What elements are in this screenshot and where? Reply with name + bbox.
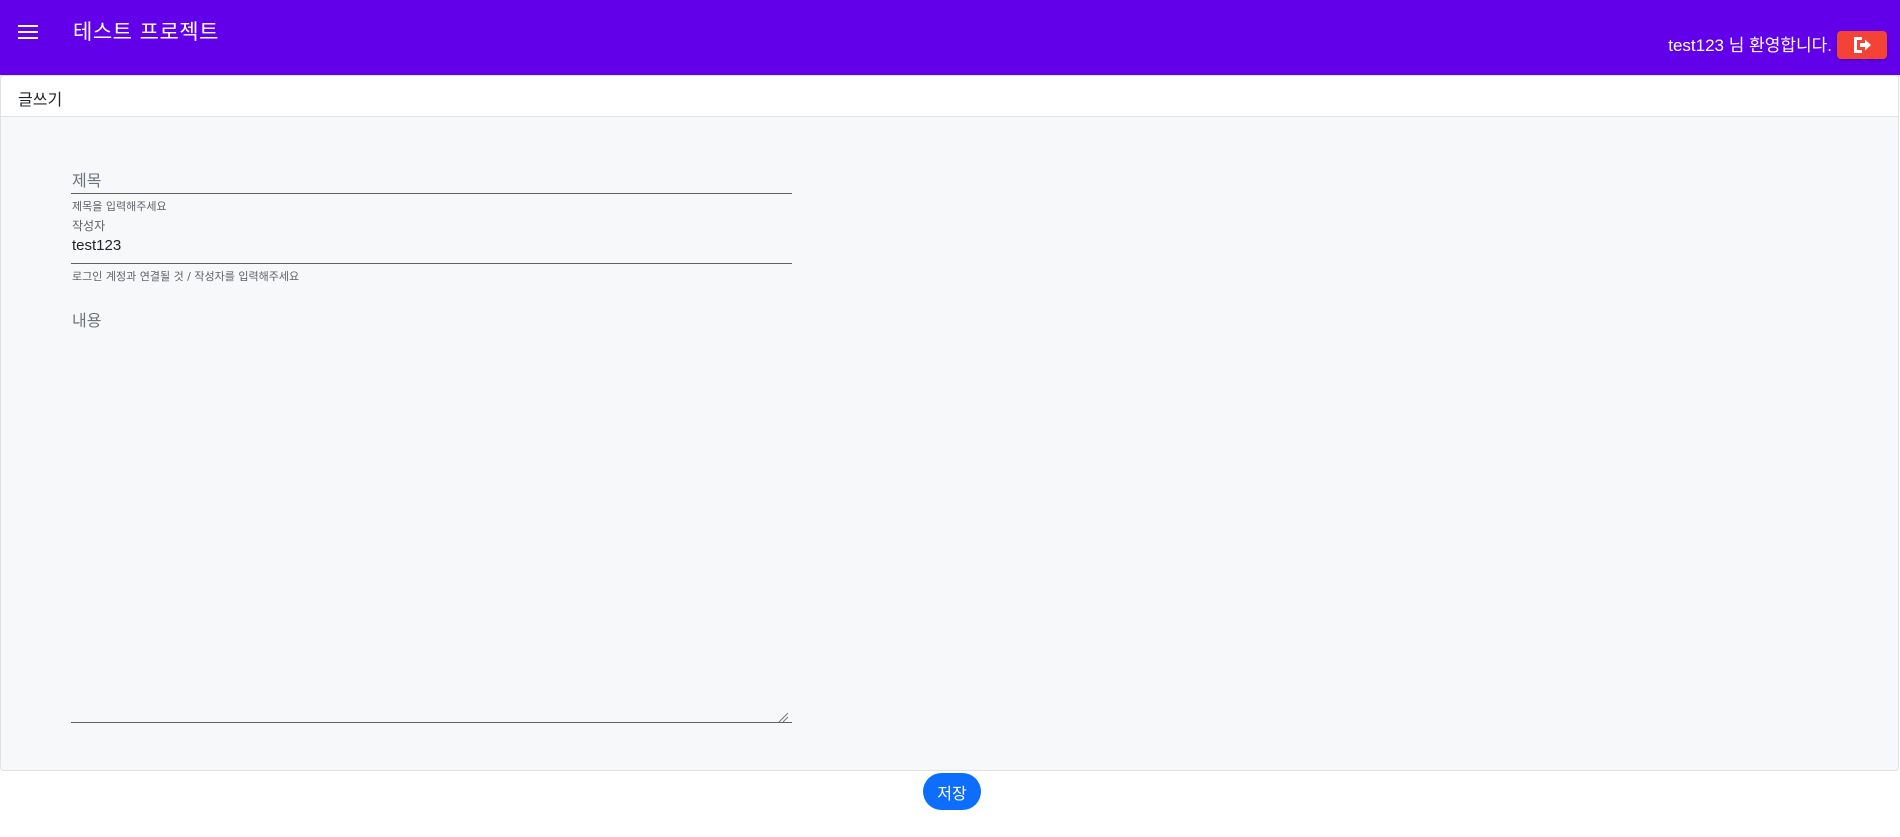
author-input[interactable] <box>71 231 792 265</box>
welcome-text: test123 님 환영합니다. <box>1668 36 1832 55</box>
logout-button[interactable] <box>1837 31 1887 59</box>
app-title: 테스트 프로젝트 <box>73 20 219 44</box>
sign-out-icon <box>1851 35 1873 55</box>
author-hint: 로그인 계정과 연결될 것 / 작성자를 입력해주세요 <box>72 270 300 283</box>
title-hint: 제목을 입력해주세요 <box>72 200 167 213</box>
card-header: 글쓰기 <box>1 76 1898 117</box>
card-title: 글쓰기 <box>18 90 63 109</box>
content-textarea[interactable] <box>71 301 792 723</box>
resize-handle-icon[interactable] <box>777 708 789 723</box>
title-input[interactable] <box>71 161 792 195</box>
save-button[interactable]: 저장 <box>923 773 981 810</box>
app-bar: 테스트 프로젝트 test123 님 환영합니다. <box>0 0 1900 75</box>
author-underline <box>71 263 792 264</box>
content-underline <box>71 722 792 723</box>
hamburger-menu-icon[interactable] <box>12 18 44 46</box>
author-value: test123 <box>72 237 122 254</box>
title-placeholder: 제목 <box>72 171 102 190</box>
write-card: 글쓰기 제목 제목을 입력해주세요 작성자 test123 로그인 계정과 연결… <box>0 75 1899 771</box>
content-placeholder: 내용 <box>72 311 102 330</box>
title-underline <box>71 193 792 194</box>
